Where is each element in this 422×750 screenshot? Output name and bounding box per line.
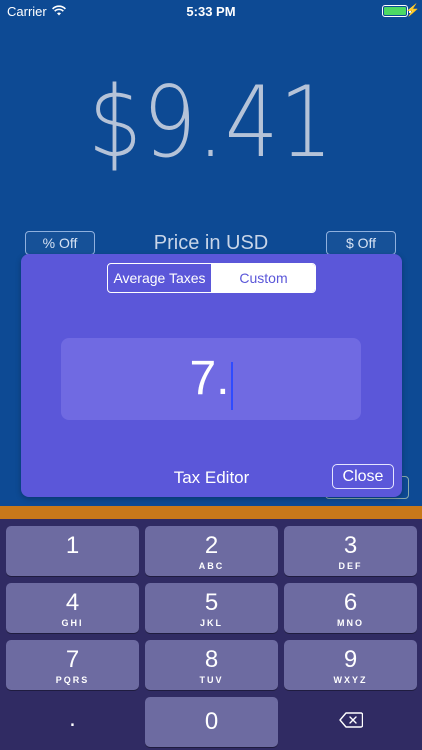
key-digit: 8 — [204, 646, 219, 673]
key-digit: 7 — [65, 646, 80, 673]
key-9[interactable]: 9 WXYZ — [284, 640, 417, 690]
close-button[interactable]: Close — [332, 464, 394, 489]
tax-mode-segmented-control: Average Taxes Custom — [107, 263, 316, 293]
text-caret — [230, 361, 233, 410]
key-digit: 1 — [65, 532, 80, 559]
key-letters: JKL — [199, 618, 223, 628]
key-5[interactable]: 5 JKL — [145, 583, 278, 633]
key-3[interactable]: 3 DEF — [284, 526, 417, 576]
tax-rate-input[interactable]: 7. — [61, 338, 361, 420]
key-backspace[interactable] — [284, 697, 417, 747]
price-amount: $9.41 — [88, 66, 334, 180]
key-digit: 4 — [65, 589, 80, 616]
key-letters: DEF — [338, 561, 363, 571]
key-digit: 3 — [343, 532, 358, 559]
key-4[interactable]: 4 GHI — [6, 583, 139, 633]
dollar-off-button[interactable]: $ Off — [326, 231, 396, 255]
key-letters: GHI — [61, 618, 84, 628]
key-0[interactable]: 0 — [145, 697, 278, 747]
key-digit: 9 — [343, 646, 358, 673]
clock: 5:33 PM — [186, 4, 236, 19]
status-bar: Carrier 5:33 PM ⚡ — [0, 0, 422, 24]
numeric-keypad: 1 2 ABC 3 DEF 4 GHI 5 JKL 6 MNO 7 PQRS 8… — [0, 519, 422, 750]
decimal-point: . — [69, 705, 76, 732]
tax-rate-value: 7. — [189, 352, 230, 405]
key-decimal[interactable]: . — [6, 697, 139, 747]
key-digit: 0 — [204, 708, 219, 735]
key-8[interactable]: 8 TUV — [145, 640, 278, 690]
charging-icon: ⚡ — [405, 3, 420, 17]
key-digit: 5 — [204, 589, 219, 616]
key-digit: 2 — [204, 532, 219, 559]
tax-editor-panel: Average Taxes Custom 7. Tax Editor Close — [21, 254, 402, 497]
key-7[interactable]: 7 PQRS — [6, 640, 139, 690]
key-letters: MNO — [337, 618, 364, 628]
backspace-icon — [284, 712, 417, 733]
key-digit: 6 — [343, 589, 358, 616]
key-letters: ABC — [198, 561, 225, 571]
key-2[interactable]: 2 ABC — [145, 526, 278, 576]
key-letters: WXYZ — [333, 675, 368, 685]
accent-strip — [0, 506, 422, 519]
key-1[interactable]: 1 — [6, 526, 139, 576]
segment-custom[interactable]: Custom — [212, 264, 315, 292]
key-letters: PQRS — [55, 675, 90, 685]
key-letters: TUV — [199, 675, 224, 685]
key-6[interactable]: 6 MNO — [284, 583, 417, 633]
segment-average-taxes[interactable]: Average Taxes — [108, 264, 212, 292]
